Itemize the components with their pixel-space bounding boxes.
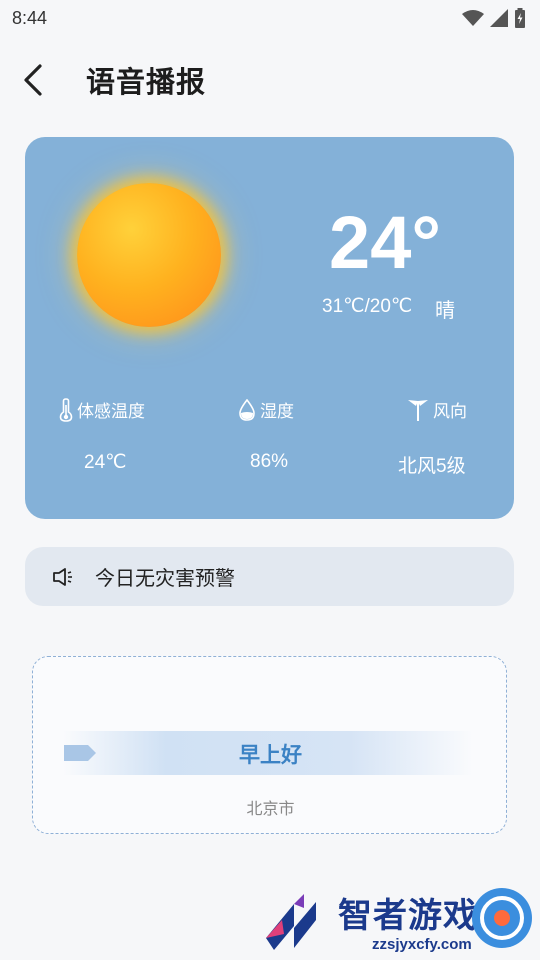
alert-text: 今日无灾害预警 [95, 566, 235, 590]
wind-value: 北风5级 [398, 456, 466, 477]
wind-label: 风向 [407, 397, 467, 422]
header: 语音播报 [0, 52, 540, 108]
sun-icon [77, 183, 221, 327]
watermark-url: zzsjyxcfy.com [372, 936, 472, 953]
current-temperature: 24° [329, 201, 441, 284]
thermometer-icon [59, 397, 73, 422]
metric-label-text: 湿度 [260, 402, 294, 422]
feels-like-label: 体感温度 [59, 397, 145, 422]
wifi-icon [462, 10, 484, 26]
site-watermark: 智者游戏网 zzsjyxcfy.com [260, 884, 540, 960]
back-button[interactable] [22, 52, 82, 108]
signal-icon [490, 9, 508, 27]
weather-card: 24° 31℃/20℃ 晴 体感温度 24℃ 湿度 86% 风向 北风5级 [25, 137, 514, 519]
greeting-text: 早上好 [239, 743, 302, 767]
disaster-alert-bar: 今日无灾害预警 [25, 547, 514, 606]
metric-label-text: 体感温度 [77, 402, 145, 422]
status-bar: 8:44 [0, 0, 540, 36]
chevron-left-icon [24, 64, 42, 96]
metric-label-text: 风向 [433, 402, 467, 422]
status-time: 8:44 [12, 7, 48, 28]
page-title: 语音播报 [86, 65, 207, 99]
status-icons [462, 8, 526, 28]
wind-vane-icon [408, 399, 428, 421]
weather-condition: 晴 [435, 298, 455, 322]
droplet-icon [239, 398, 255, 421]
watermark-badge-icon [472, 888, 532, 948]
city-name: 北京市 [246, 799, 295, 818]
humidity-label: 湿度 [238, 397, 294, 422]
humidity-value: 86% [250, 451, 289, 472]
feels-like-value: 24℃ [84, 452, 127, 473]
watermark-logo-icon [266, 894, 316, 950]
battery-icon [515, 8, 525, 28]
speaker-icon [52, 565, 76, 589]
temperature-range: 31℃/20℃ [322, 296, 413, 317]
greeting-card: 早上好 北京市 [32, 656, 507, 834]
